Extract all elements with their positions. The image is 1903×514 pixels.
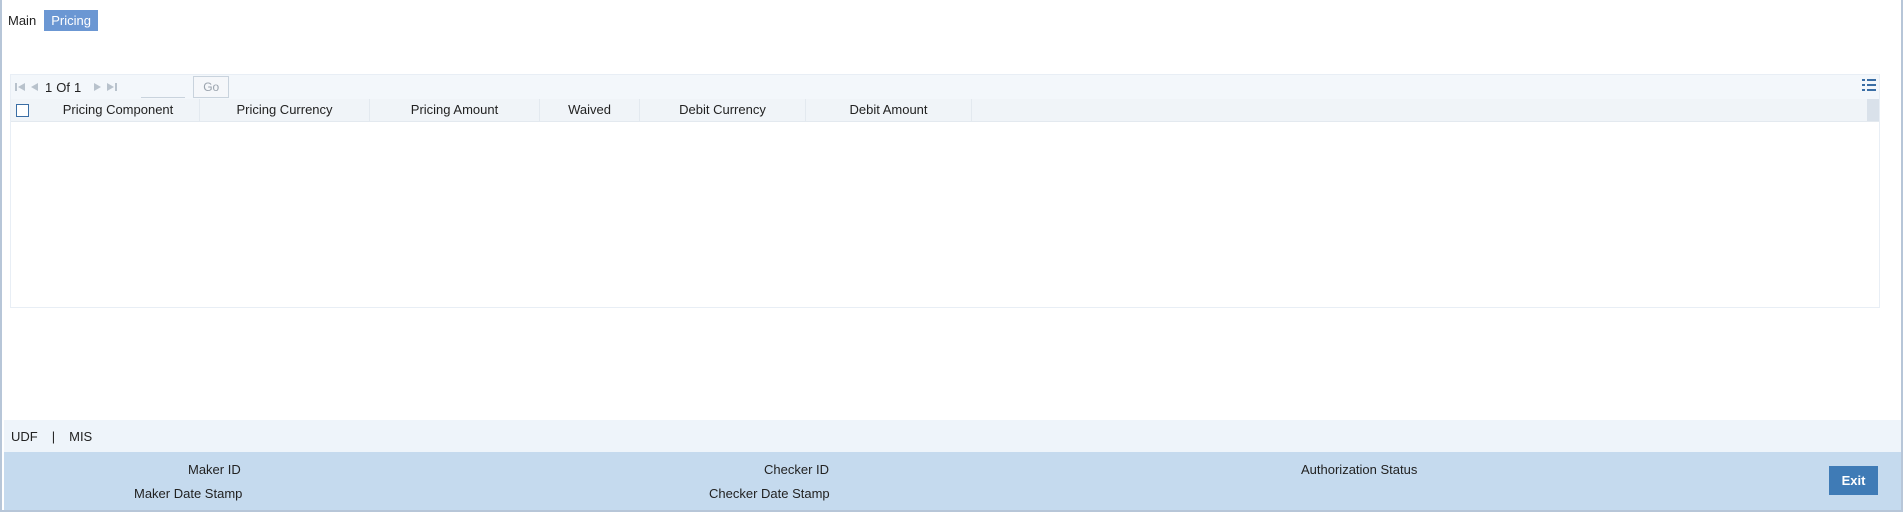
col-waived[interactable]: Waived	[540, 99, 640, 121]
prev-page-icon[interactable]	[27, 80, 41, 94]
udf-link[interactable]: UDF	[11, 429, 38, 444]
maker-date-stamp-label: Maker Date Stamp	[134, 486, 243, 501]
tab-pricing[interactable]: Pricing	[44, 9, 98, 31]
checker-id-label: Checker ID	[764, 462, 830, 477]
maker-id-label: Maker ID	[188, 462, 241, 477]
of-label: Of	[56, 79, 70, 95]
last-page-icon[interactable]	[105, 80, 119, 94]
tab-main[interactable]: Main	[6, 10, 41, 31]
authorization-status-label: Authorization Status	[1301, 462, 1418, 477]
col-pricing-component[interactable]: Pricing Component	[37, 99, 200, 121]
col-debit-currency[interactable]: Debit Currency	[640, 99, 806, 121]
vertical-scrollbar[interactable]	[1867, 99, 1879, 121]
total-pages: 1	[73, 79, 82, 95]
page-indicator: 1 Of 1	[45, 80, 81, 95]
exit-button[interactable]: Exit	[1829, 466, 1878, 495]
next-page-icon[interactable]	[91, 80, 105, 94]
audit-bar: Maker ID Maker Date Stamp Checker ID Che…	[4, 452, 1901, 510]
col-debit-amount[interactable]: Debit Amount	[806, 99, 972, 121]
window-frame: Main Pricing 1 Of 1 Go Pricing Component…	[0, 0, 1903, 512]
tab-bar: Main Pricing	[6, 9, 98, 31]
col-pricing-currency[interactable]: Pricing Currency	[200, 99, 370, 121]
grid-header-row: Pricing Component Pricing Currency Prici…	[11, 99, 1879, 122]
mis-link[interactable]: MIS	[69, 429, 92, 444]
current-page: 1	[45, 79, 53, 95]
pricing-grid: 1 Of 1 Go Pricing Component Pricing Curr…	[10, 74, 1880, 308]
first-page-icon[interactable]	[13, 80, 27, 94]
col-pricing-amount[interactable]: Pricing Amount	[370, 99, 540, 121]
go-button[interactable]: Go	[193, 76, 230, 98]
link-separator: |	[51, 428, 56, 444]
page-number-input[interactable]	[141, 76, 186, 98]
select-all-checkbox[interactable]	[16, 103, 29, 117]
pager-bar: 1 Of 1 Go	[11, 75, 1879, 99]
column-settings-icon[interactable]	[1861, 78, 1879, 94]
checker-date-stamp-label: Checker Date Stamp	[709, 486, 830, 501]
footer-links-bar: UDF | MIS	[4, 420, 1901, 452]
